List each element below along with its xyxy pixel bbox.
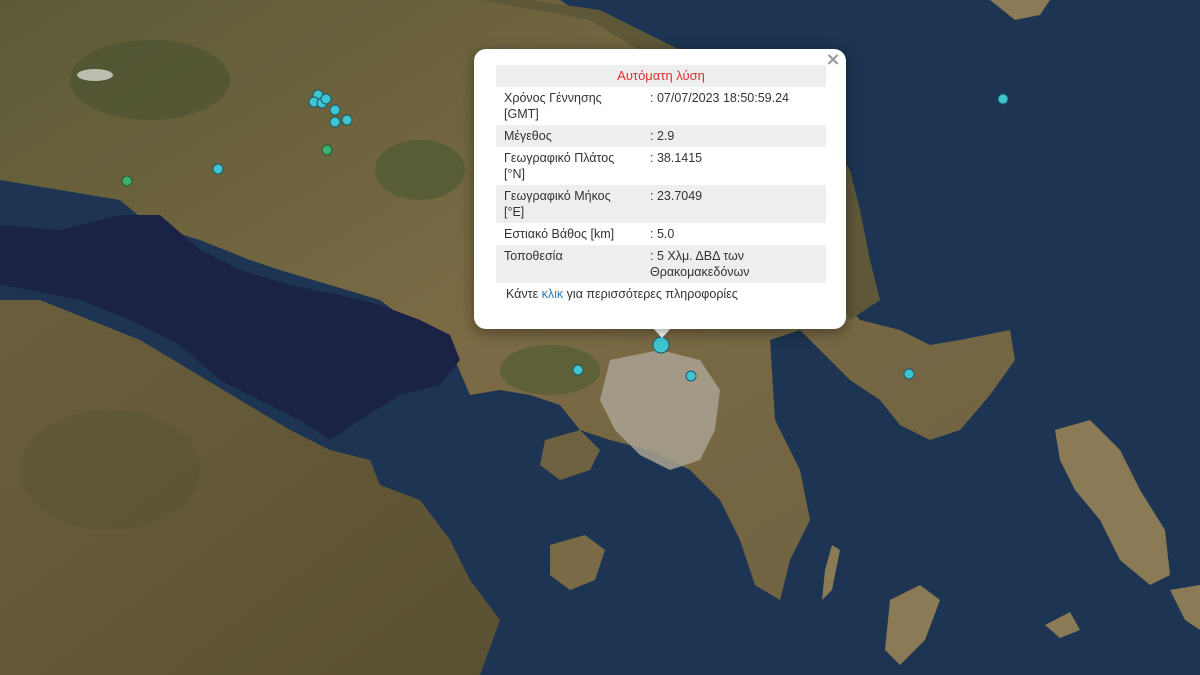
info-label-origin-time: Χρόνος Γέννησης [GMT] <box>504 91 602 121</box>
info-value-depth: : 5.0 <box>650 227 675 241</box>
recent-quake-marker[interactable] <box>572 364 584 376</box>
more-info-prefix: Κάντε <box>506 287 539 301</box>
recent-quake-marker[interactable] <box>329 104 341 116</box>
info-label-latitude: Γεωγραφικό Πλάτος [°N] <box>504 151 615 181</box>
snow-patch <box>77 69 113 81</box>
forest-patch <box>500 345 600 395</box>
older-quake-marker[interactable] <box>321 144 333 156</box>
info-value-origin-time: : 07/07/2023 18:50:59.24 <box>650 91 790 105</box>
info-value-latitude: : 38.1415 <box>650 151 703 165</box>
info-value-magnitude: : 2.9 <box>642 125 826 147</box>
recent-quake-marker[interactable] <box>903 368 915 380</box>
popup-title: Αυτόματη λύση <box>496 65 826 87</box>
close-icon[interactable]: × <box>824 51 842 69</box>
more-info-suffix: για περισσότερες πληροφορίες <box>566 287 738 301</box>
recent-quake-marker[interactable] <box>320 93 332 105</box>
recent-quake-marker[interactable] <box>341 114 353 126</box>
info-value-location: : 5 Χλμ. ΔΒΔ των Θρακομακεδόνων <box>642 245 826 283</box>
info-label-location: Τοποθεσία <box>496 245 642 283</box>
earthquake-info-popup: × Αυτόματη λύση Χρόνος Γέννησης [GMT] : 0… <box>474 49 846 329</box>
info-label-longitude: Γεωγραφικό Μήκος [°E] <box>496 185 642 223</box>
recent-quake-marker[interactable] <box>685 370 697 382</box>
older-quake-marker[interactable] <box>121 175 133 187</box>
forest-patch <box>20 410 200 530</box>
recent-quake-marker[interactable] <box>212 163 224 175</box>
selected-quake-marker[interactable] <box>652 336 670 354</box>
recent-quake-marker[interactable] <box>997 93 1009 105</box>
info-value-longitude: : 23.7049 <box>642 185 826 223</box>
more-info-line: Κάντε κλικ για περισσότερες πληροφορίες <box>496 287 826 301</box>
more-info-link[interactable]: κλικ <box>542 287 564 301</box>
info-label-depth: Εστιακό Βάθος [km] <box>504 227 615 241</box>
recent-quake-marker[interactable] <box>329 116 341 128</box>
info-label-magnitude: Μέγεθος <box>496 125 642 147</box>
earthquake-info-table: Αυτόματη λύση Χρόνος Γέννησης [GMT] : 07/… <box>496 65 826 283</box>
forest-patch <box>375 140 465 200</box>
